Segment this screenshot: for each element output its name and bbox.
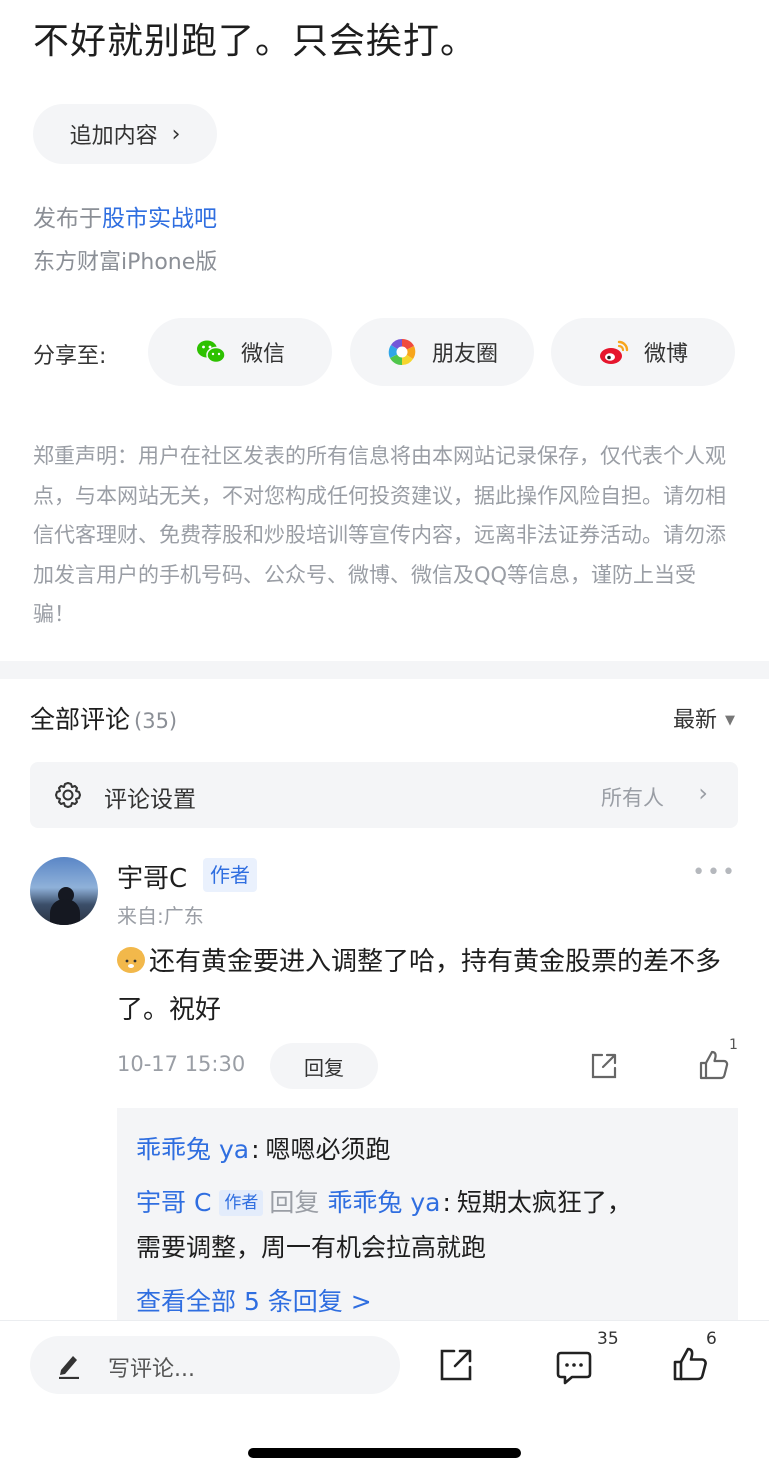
append-content-button[interactable]: 追加内容 › <box>33 104 217 164</box>
moments-icon <box>386 336 418 368</box>
home-indicator <box>248 1448 521 1458</box>
thumbs-up-icon[interactable] <box>671 1345 709 1383</box>
reply-button[interactable]: 回复 <box>270 1043 378 1089</box>
avatar[interactable] <box>30 857 98 925</box>
share-icon[interactable] <box>588 1050 620 1082</box>
reply-text-continued: 需要调整，周一有机会拉高就跑 <box>136 1233 487 1262</box>
bottom-comment-count: 35 <box>597 1329 619 1349</box>
gear-icon <box>52 779 84 811</box>
share-icon[interactable] <box>438 1347 474 1383</box>
author-badge: 作者 <box>219 1190 264 1216</box>
post-title: 不好就别跑了。只会挨打。 <box>33 21 478 62</box>
comment-bubble-icon[interactable] <box>555 1349 593 1385</box>
comment-location: 来自:广东 <box>117 904 204 928</box>
comment-author-name[interactable]: 宇哥C <box>117 858 187 895</box>
share-wechat-button[interactable]: 微信 <box>148 318 332 386</box>
pencil-icon <box>56 1351 82 1380</box>
avatar-figure-body <box>50 899 80 925</box>
cat-face-emoji-icon <box>117 947 145 973</box>
comment-input-placeholder: 写评论... <box>108 1357 195 1382</box>
replies-box: 乖乖兔 ya: 嗯嗯必须跑 宇哥 C 作者 回复 乖乖兔 ya: 短期太疯狂了， 需要调整… <box>117 1108 738 1320</box>
share-wechat-label: 微信 <box>240 342 285 367</box>
reply-text: 短期太疯狂了， <box>456 1188 632 1217</box>
reply-colon: : <box>251 1135 260 1164</box>
reply-verb: 回复 <box>269 1188 320 1217</box>
share-moments-label: 朋友圈 <box>431 342 498 367</box>
comment-input[interactable]: 写评论... <box>30 1336 400 1394</box>
share-weibo-label: 微博 <box>643 342 688 367</box>
reply-item[interactable]: 乖乖兔 ya: 嗯嗯必须跑 <box>136 1130 391 1166</box>
reply-item[interactable]: 宇哥 C 作者 回复 乖乖兔 ya: 短期太疯狂了， <box>136 1183 632 1219</box>
post-source: 东方财富iPhone版 <box>33 250 218 275</box>
author-badge: 作者 <box>203 858 257 892</box>
thumbs-up-icon[interactable] <box>697 1048 731 1082</box>
chevron-right-icon: › <box>698 779 708 807</box>
sort-dropdown[interactable]: 最新 ▼ <box>673 702 735 734</box>
weibo-icon <box>598 336 630 368</box>
section-divider <box>0 661 769 679</box>
reply-target-user[interactable]: 乖乖兔 ya <box>327 1188 440 1217</box>
comment-settings-bar[interactable]: 评论设置 所有人 › <box>30 762 738 828</box>
forum-link[interactable]: 股市实战吧 <box>102 206 217 232</box>
append-content-label: 追加内容 <box>69 124 158 149</box>
more-options-icon[interactable]: ••• <box>692 860 737 885</box>
posted-in: 发布于股市实战吧 <box>33 199 217 233</box>
chevron-right-icon: › <box>171 121 181 147</box>
view-all-replies-link[interactable]: 查看全部 5 条回复 > <box>136 1282 372 1318</box>
comment-text-body: 还有黄金要进入调整了哈，持有黄金股票的差不多了。祝好 <box>117 947 722 1025</box>
comment-settings-value: 所有人 <box>601 786 664 810</box>
sort-label: 最新 <box>672 708 717 733</box>
comment-time: 10-17 15:30 <box>117 1052 246 1076</box>
wechat-icon <box>195 336 227 368</box>
share-weibo-button[interactable]: 微博 <box>551 318 735 386</box>
reply-user[interactable]: 乖乖兔 ya <box>136 1135 249 1164</box>
reply-user[interactable]: 宇哥 C <box>136 1188 211 1217</box>
bottom-bar: 写评论... 35 6 <box>0 1320 769 1475</box>
share-label: 分享至: <box>33 344 107 369</box>
share-moments-button[interactable]: 朋友圈 <box>350 318 534 386</box>
posted-in-prefix: 发布于 <box>33 206 102 232</box>
reply-colon: : <box>442 1188 451 1217</box>
comments-title: 全部评论 (35) <box>30 700 177 736</box>
comment-like-count: 1 <box>729 1037 738 1053</box>
reply-text: 嗯嗯必须跑 <box>265 1135 391 1164</box>
bottom-like-count: 6 <box>706 1329 717 1349</box>
comments-count: (35) <box>134 709 178 733</box>
comment-text: 还有黄金要进入调整了哈，持有黄金股票的差不多了。祝好 <box>117 938 737 1034</box>
caret-down-icon: ▼ <box>725 713 735 728</box>
comments-title-label: 全部评论 <box>30 705 131 734</box>
disclaimer: 郑重声明：用户在社区发表的所有信息将由本网站记录保存，仅代表个人观点，与本网站无… <box>33 444 726 626</box>
comment-settings-label: 评论设置 <box>104 787 196 813</box>
